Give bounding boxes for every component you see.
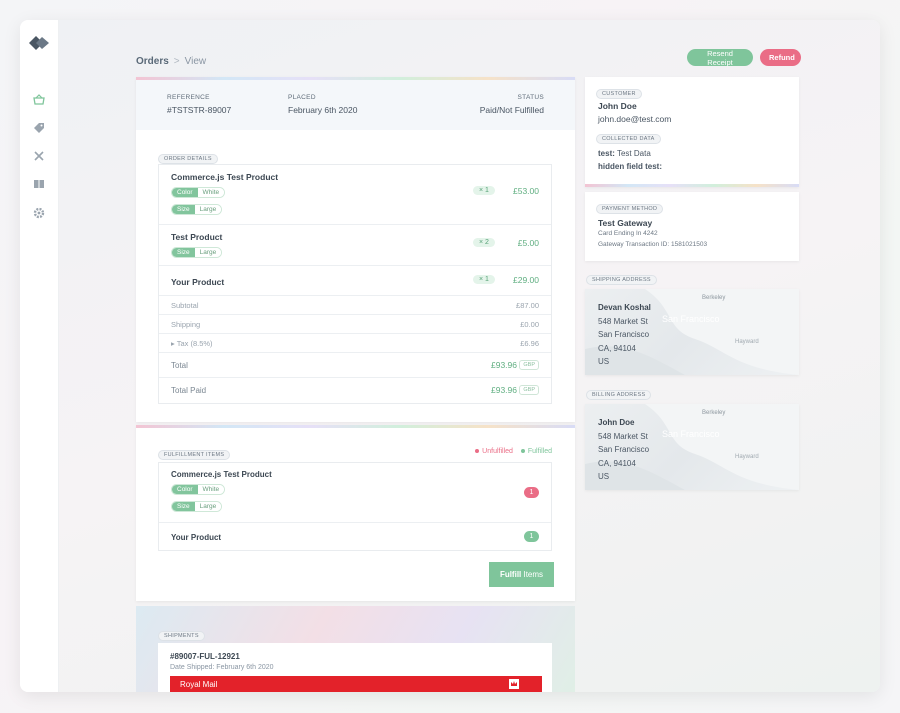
resend-receipt-button[interactable]: Resend Receipt <box>687 49 753 67</box>
option-tag: Size Large <box>171 247 223 258</box>
quantity-badge: × 2 <box>473 238 495 247</box>
reference-value: #TSTSTR-89007 <box>167 105 232 115</box>
shipment-item[interactable]: #89007-FUL-12921 Date Shipped: February … <box>158 643 552 692</box>
collected-field: test: Test Data <box>598 149 651 158</box>
fulfilled-dot-icon <box>520 449 525 454</box>
customer-heading: CUSTOMER <box>596 89 642 99</box>
table-row: Commerce.js Test Product Color White Size… <box>159 463 551 523</box>
table-row: Test Product Size Large × 2 £5.00 <box>159 225 551 266</box>
collected-data-heading: COLLECTED DATA <box>596 134 661 144</box>
tools-icon[interactable] <box>32 149 46 163</box>
carrier-name: Royal Mail <box>180 680 218 689</box>
logo-icon[interactable] <box>28 34 50 52</box>
payment-card: PAYMENT METHOD Test Gateway Card Ending … <box>585 192 799 261</box>
main-content: Orders > View Resend Receipt Refund REFERE… <box>59 20 880 692</box>
line-price: £29.00 <box>513 275 539 285</box>
fulfillment-legend: Unfulfilled Fulfilled <box>475 448 552 455</box>
tax-expander[interactable]: ▸ Tax (8.5%) <box>171 339 213 348</box>
decorative-strip <box>585 184 799 187</box>
shipments-heading: SHIPMENTS <box>158 631 205 641</box>
unfulfilled-count-badge: 1 <box>524 487 539 498</box>
product-name: Your Product <box>171 533 222 542</box>
breadcrumb-current: View <box>184 56 207 67</box>
reference-label: REFERENCE <box>167 94 210 101</box>
customer-email[interactable]: john.doe@test.com <box>598 114 671 124</box>
table-row: Your Product × 1 £29.00 <box>159 266 551 296</box>
refund-button[interactable]: Refund <box>760 49 801 66</box>
transaction-id: Gateway Transaction ID: 1581021503 <box>598 241 708 248</box>
collected-field: hidden field test: <box>598 162 662 171</box>
gear-icon[interactable] <box>32 206 46 220</box>
product-name: Test Product <box>171 232 223 242</box>
quantity-badge: × 1 <box>473 186 495 195</box>
option-tag: Size Large <box>171 204 223 215</box>
tax-row[interactable]: ▸ Tax (8.5%) £6.96 <box>159 334 551 353</box>
tag-icon[interactable] <box>32 121 46 135</box>
order-summary-header: REFERENCE #TSTSTR-89007 PLACED February … <box>136 80 575 130</box>
shipment-date: Date Shipped: February 6th 2020 <box>170 664 274 671</box>
billing-address-heading: BILLING ADDRESS <box>586 390 652 400</box>
option-tag: Color White <box>171 484 226 495</box>
billing-address-map: Berkeley San Francisco Hayward John Doe … <box>585 404 799 490</box>
placed-label: PLACED <box>288 94 316 101</box>
shipping-row: Shipping £0.00 <box>159 315 551 334</box>
customer-name: John Doe <box>598 101 637 111</box>
shipping-address: Devan Koshal 548 Market St San Francisco… <box>598 303 651 366</box>
customer-card: CUSTOMER John Doe john.doe@test.com COLL… <box>585 77 799 187</box>
option-tag: Size Large <box>171 501 223 512</box>
shipping-address-heading: SHIPPING ADDRESS <box>586 275 657 285</box>
unfulfilled-dot-icon <box>475 449 480 454</box>
app-window: Orders > View Resend Receipt Refund REFERE… <box>20 20 880 692</box>
product-name: Commerce.js Test Product <box>171 470 272 479</box>
status-value: Paid/Not Fulfilled <box>479 105 544 115</box>
carrier-banner: Royal Mail <box>170 676 542 692</box>
subtotal-row: Subtotal £87.00 <box>159 296 551 315</box>
shipping-address-map: Berkeley San Francisco Hayward Devan Kos… <box>585 289 799 375</box>
currency-badge: GBP <box>519 360 539 370</box>
fulfillment-table: Commerce.js Test Product Color White Size… <box>158 462 552 551</box>
shipment-id: #89007-FUL-12921 <box>170 652 240 661</box>
option-tag: Color White <box>171 187 226 198</box>
line-price: £5.00 <box>517 238 539 248</box>
sidebar <box>20 20 59 692</box>
book-icon[interactable] <box>32 177 46 191</box>
card-ending: Card Ending In 4242 <box>598 230 658 237</box>
status-label: STATUS <box>517 94 544 101</box>
gateway-name: Test Gateway <box>598 218 653 228</box>
breadcrumb-orders[interactable]: Orders <box>136 56 169 67</box>
payment-heading: PAYMENT METHOD <box>596 204 664 214</box>
table-row: Commerce.js Test Product Color White Size… <box>159 165 551 225</box>
crown-icon <box>509 679 519 689</box>
currency-badge: GBP <box>519 385 539 395</box>
table-row: Your Product 1 <box>159 523 551 550</box>
decorative-strip <box>136 425 575 428</box>
breadcrumb-separator: > <box>173 56 180 67</box>
billing-address: John Doe 548 Market St San Francisco CA,… <box>598 418 650 481</box>
shipments-card: SHIPMENTS #89007-FUL-12921 Date Shipped:… <box>136 606 575 692</box>
fulfillment-heading: FULFILLMENT ITEMS <box>158 450 231 460</box>
fulfilled-count-badge: 1 <box>524 531 539 542</box>
total-paid-row: Total Paid £93.96 GBP <box>159 378 551 403</box>
breadcrumb: Orders > View <box>136 56 206 67</box>
product-name: Commerce.js Test Product <box>171 172 279 182</box>
order-card: REFERENCE #TSTSTR-89007 PLACED February … <box>136 77 575 422</box>
order-details-heading: ORDER DETAILS <box>158 154 218 164</box>
product-name: Your Product <box>171 277 225 287</box>
basket-icon[interactable] <box>32 93 46 107</box>
total-row: Total £93.96 GBP <box>159 353 551 378</box>
line-price: £53.00 <box>513 186 539 196</box>
quantity-badge: × 1 <box>473 275 495 284</box>
fulfill-items-button[interactable]: Fulfill Items <box>489 562 554 587</box>
order-details-table: Commerce.js Test Product Color White Size… <box>158 164 552 404</box>
placed-value: February 6th 2020 <box>288 105 358 115</box>
